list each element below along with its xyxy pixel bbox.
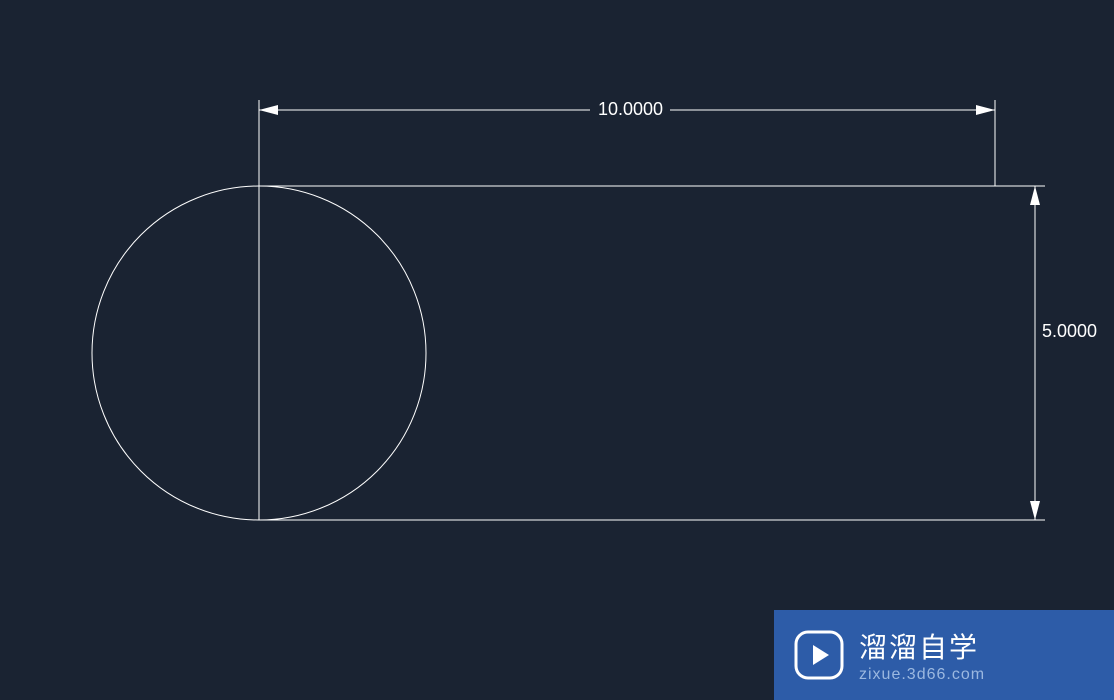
watermark-badge: 溜溜自学 zixue.3d66.com — [774, 610, 1114, 700]
horizontal-dimension: 10.0000 — [259, 95, 995, 186]
play-circle-icon — [794, 630, 844, 680]
vertical-dimension-value: 5.0000 — [1042, 321, 1097, 341]
vertical-dimension: 5.0000 — [995, 186, 1108, 520]
cad-drawing-canvas: 10.0000 5.0000 — [0, 0, 1114, 700]
watermark-title: 溜溜自学 — [859, 626, 985, 666]
watermark-url: zixue.3d66.com — [859, 666, 985, 684]
horizontal-dimension-value: 10.0000 — [598, 99, 663, 119]
